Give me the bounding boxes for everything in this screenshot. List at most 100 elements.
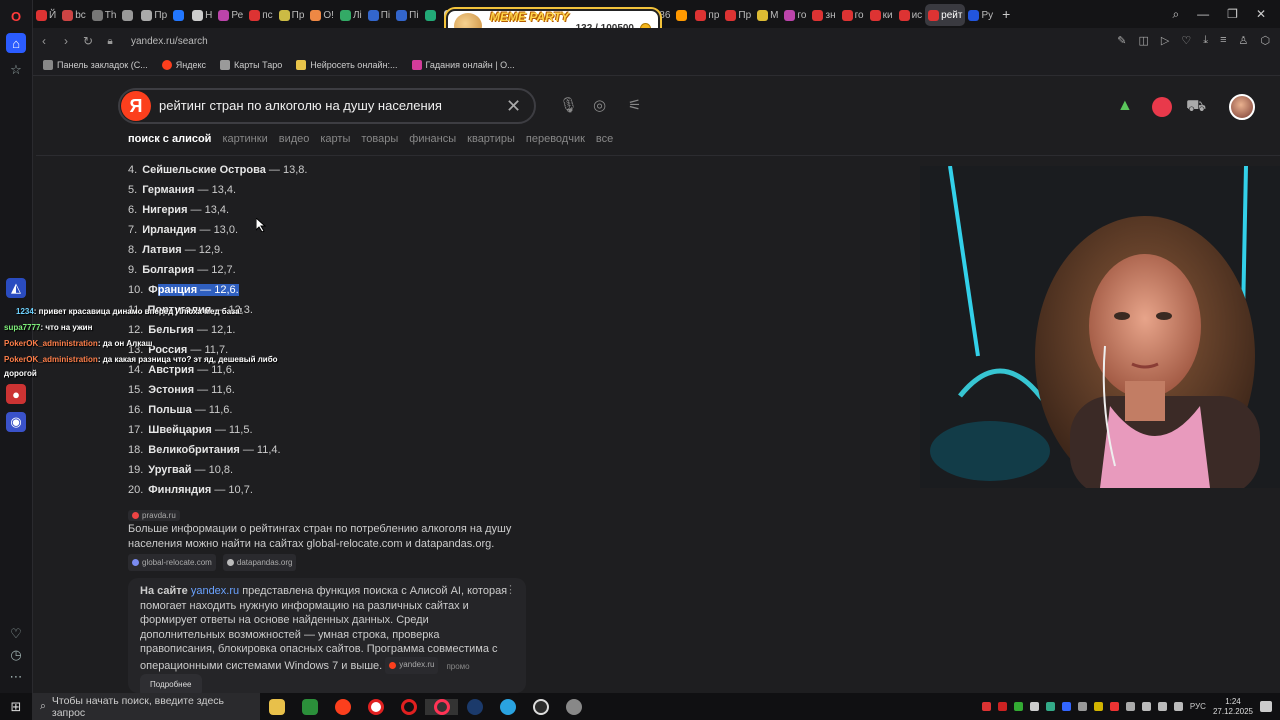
opera-logo-icon[interactable]: O — [6, 6, 26, 26]
star-icon[interactable]: ☆ — [6, 60, 26, 80]
taskbar-app-explorer[interactable] — [260, 698, 293, 715]
bookmark-gadaniya[interactable]: Гадания онлайн | О... — [411, 59, 515, 70]
tray-icon[interactable] — [1093, 702, 1103, 711]
tab[interactable]: ки — [867, 4, 896, 26]
taskbar-search[interactable]: ⌕ Чтобы начать поиск, введите здесь запр… — [32, 693, 260, 720]
taskbar-app-discord[interactable] — [557, 698, 590, 715]
tray-icon[interactable] — [1045, 702, 1055, 711]
bookmark-taro[interactable]: Карты Таро — [219, 59, 282, 70]
avatar[interactable] — [1229, 94, 1255, 120]
search-input[interactable] — [159, 98, 499, 113]
microphone-tray-icon[interactable] — [1141, 702, 1151, 711]
tab-translator[interactable]: переводчик — [526, 133, 585, 145]
tab[interactable]: ис — [896, 4, 926, 26]
tab-video[interactable]: видео — [279, 133, 310, 145]
tab[interactable]: пр — [692, 4, 722, 26]
tab[interactable]: Ре — [215, 4, 246, 26]
tab-alice-search[interactable]: поиск с алисой — [128, 133, 211, 145]
back-icon[interactable]: ‹ — [33, 34, 55, 48]
tab-goods[interactable]: товары — [361, 133, 398, 145]
heart-icon[interactable]: ♡ — [6, 624, 26, 644]
camera-search-icon[interactable]: ◎ — [593, 96, 606, 114]
taskbar-app-opera[interactable] — [392, 698, 425, 715]
taskbar-app-operagx[interactable] — [425, 698, 458, 715]
camera-icon[interactable]: ◫ — [1138, 34, 1148, 47]
menu-icon[interactable]: ≡ — [1220, 34, 1226, 47]
tray-icon[interactable] — [1109, 702, 1119, 711]
tab-images[interactable]: картинки — [222, 133, 267, 145]
tab-maps[interactable]: карты — [320, 133, 350, 145]
source-chip[interactable]: pravda.ru — [128, 510, 180, 521]
tab[interactable] — [170, 4, 189, 26]
taskbar-app-obs[interactable] — [524, 698, 557, 715]
reload-icon[interactable]: ↻ — [77, 34, 99, 48]
tab[interactable]: го — [839, 4, 867, 26]
taskbar-app-telegram[interactable] — [491, 698, 524, 715]
bookmark-ai[interactable]: Нейросеть онлайн:... — [296, 59, 398, 70]
tray-icon[interactable] — [1125, 702, 1135, 711]
minimize-button[interactable]: — — [1197, 7, 1209, 21]
tab[interactable]: Пі — [365, 4, 393, 26]
tab[interactable]: Й — [33, 4, 59, 26]
taskbar-app-yandex[interactable] — [326, 698, 359, 715]
tab[interactable]: О! — [307, 4, 337, 26]
tab[interactable]: зн — [809, 4, 838, 26]
taskbar-app-store[interactable] — [293, 698, 326, 715]
notifications-icon[interactable] — [1260, 701, 1272, 712]
tab-active[interactable]: рейт — [925, 4, 966, 26]
maximize-button[interactable]: ❐ — [1227, 7, 1238, 21]
extensions-icon[interactable]: ⬡ — [1260, 34, 1270, 47]
tree-icon[interactable]: ▲ — [1117, 97, 1137, 117]
source-chip[interactable]: datapandas.org — [222, 554, 297, 571]
home-icon[interactable]: ⌂ — [6, 33, 26, 53]
source-chip[interactable]: yandex.ru — [385, 656, 439, 674]
heart-outline-icon[interactable]: ♡ — [1181, 34, 1191, 47]
tab[interactable]: Лі — [337, 4, 365, 26]
more-options-icon[interactable]: ⋮ — [505, 583, 516, 598]
profile-icon[interactable]: ♙ — [1239, 34, 1249, 47]
aria-icon[interactable]: ◭ — [6, 278, 26, 298]
tab[interactable]: Пр — [722, 4, 754, 26]
forward-icon[interactable]: › — [55, 34, 77, 48]
tab[interactable]: bc — [59, 4, 89, 26]
download-icon[interactable]: ⤓ — [1203, 34, 1208, 47]
bookmark-panel[interactable]: Панель закладок (С... — [43, 59, 148, 70]
cart-icon[interactable]: ⛟ — [1186, 97, 1206, 117]
tab[interactable]: Н — [189, 4, 215, 26]
tab-all[interactable]: все — [596, 133, 613, 145]
url-text[interactable]: yandex.ru/search — [131, 36, 208, 47]
clear-icon[interactable]: ✕ — [506, 96, 521, 117]
microphone-icon[interactable]: 🎙︎ — [559, 96, 578, 114]
tray-icon[interactable] — [981, 702, 991, 711]
taskbar-app-steam[interactable] — [458, 698, 491, 715]
tray-icon[interactable] — [1077, 702, 1087, 711]
tab[interactable]: Ру — [965, 4, 996, 26]
tab[interactable]: М — [754, 4, 781, 26]
history-icon[interactable]: ◷ — [6, 645, 26, 665]
tab[interactable]: пс — [246, 4, 275, 26]
tab[interactable] — [422, 4, 441, 26]
close-button[interactable]: ✕ — [1256, 7, 1266, 21]
taskbar-app-yandex2[interactable] — [359, 698, 392, 715]
new-tab-button[interactable]: + — [1002, 6, 1010, 22]
tab[interactable] — [673, 4, 692, 26]
tab[interactable]: Th — [89, 4, 120, 26]
tray-icon[interactable] — [997, 702, 1007, 711]
clock[interactable]: 1:24 27.12.2025 — [1213, 697, 1253, 717]
tab-finance[interactable]: финансы — [409, 133, 456, 145]
tab[interactable]: Пр — [138, 4, 170, 26]
yandex-logo[interactable]: Я — [121, 91, 151, 121]
app-icon[interactable]: ● — [6, 384, 26, 404]
tab[interactable] — [119, 4, 138, 26]
tab[interactable]: го — [781, 4, 809, 26]
windows-start-icon[interactable]: ⊞ — [0, 699, 32, 715]
discord-icon[interactable]: ◉ — [6, 412, 26, 432]
volume-icon[interactable] — [1173, 702, 1183, 711]
tab[interactable]: Пр — [276, 4, 308, 26]
bookmark-yandex[interactable]: Яндекс — [161, 59, 206, 70]
source-chip[interactable]: global-relocate.com — [128, 554, 216, 571]
filters-icon[interactable]: ⚟ — [628, 96, 641, 114]
language-indicator[interactable]: РУС — [1190, 702, 1206, 711]
edit-icon[interactable]: ✎ — [1117, 34, 1126, 47]
tab-apartments[interactable]: квартиры — [467, 133, 515, 145]
